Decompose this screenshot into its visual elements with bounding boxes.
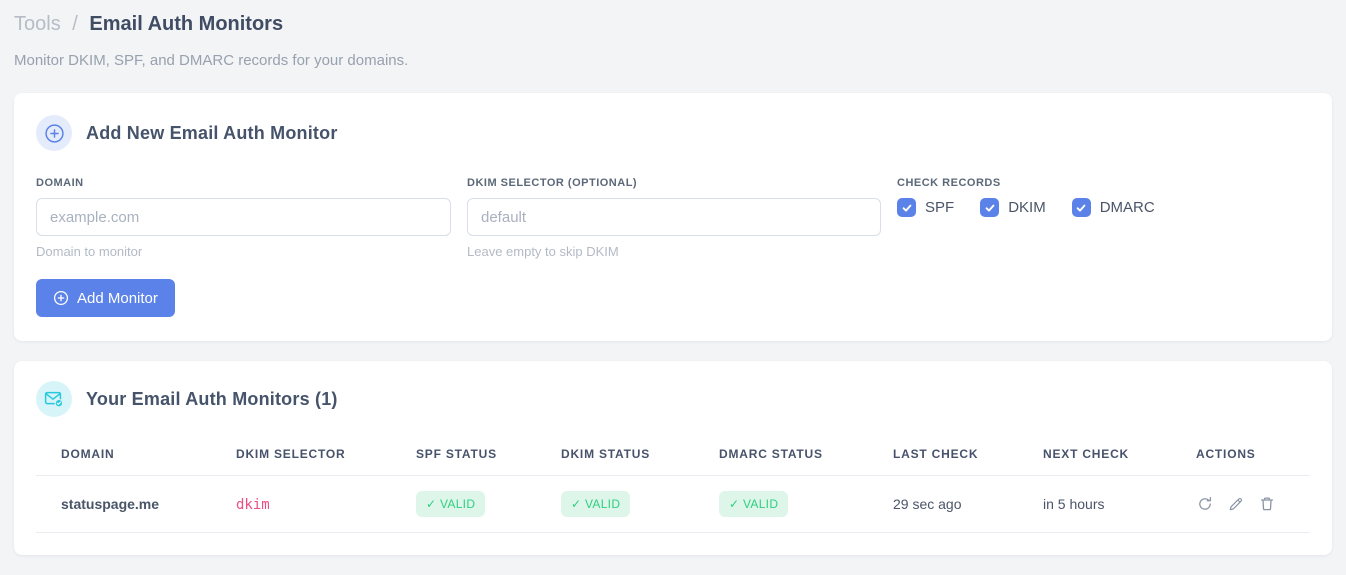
add-monitor-button-label: Add Monitor	[77, 289, 158, 307]
page-subtitle: Monitor DKIM, SPF, and DMARC records for…	[14, 52, 409, 69]
email-auth-monitors-page: Tools / Email Auth Monitors Monitor DKIM…	[0, 0, 1346, 575]
dkim-selector-helper-text: Leave empty to skip DKIM	[467, 244, 619, 259]
monitors-card-title: Your Email Auth Monitors (1)	[86, 388, 338, 409]
page-header: Tools / Email Auth Monitors Monitor DKIM…	[0, 0, 1346, 69]
domain-field-group: DOMAIN Domain to monitor	[36, 177, 451, 259]
monitors-table: DOMAIN DKIM SELECTOR SPF STATUS DKIM STA…	[36, 441, 1310, 533]
check-records-group: CHECK RECORDS SPF DKIM DMARC	[897, 177, 1310, 217]
add-monitor-card: Add New Email Auth Monitor DOMAIN Domain…	[14, 93, 1332, 341]
plus-circle-icon	[53, 290, 69, 306]
plus-circle-icon	[36, 115, 72, 151]
dkim-selector-input[interactable]	[467, 198, 881, 236]
page-title: Email Auth Monitors	[89, 13, 284, 35]
dkim-selector-label: DKIM SELECTOR (OPTIONAL)	[467, 177, 638, 189]
edit-pencil-icon[interactable]	[1227, 495, 1245, 513]
col-header-dmarc-status: DMARC STATUS	[719, 441, 893, 476]
checkbox-checked-icon	[897, 198, 916, 217]
table-header-row: DOMAIN DKIM SELECTOR SPF STATUS DKIM STA…	[36, 441, 1310, 476]
add-monitor-card-header: Add New Email Auth Monitor	[36, 115, 1310, 151]
col-header-domain: DOMAIN	[36, 441, 236, 476]
add-monitor-form: DOMAIN Domain to monitor DKIM SELECTOR (…	[36, 177, 1310, 259]
domain-helper-text: Domain to monitor	[36, 244, 143, 259]
dkim-status-badge: ✓ VALID	[561, 491, 631, 517]
breadcrumb: Tools / Email Auth Monitors	[14, 12, 1330, 36]
dmarc-checkbox[interactable]: DMARC	[1071, 198, 1155, 217]
check-records-options: SPF DKIM DMARC	[897, 198, 1310, 217]
breadcrumb-separator: /	[72, 13, 78, 35]
table-row: statuspage.me dkim ✓ VALID ✓ VALID ✓ VAL…	[36, 475, 1310, 533]
domain-input[interactable]	[36, 198, 451, 236]
dkim-checkbox-label: DKIM	[1008, 199, 1046, 216]
monitor-next-check: in 5 hours	[1043, 475, 1196, 533]
spf-checkbox-label: SPF	[925, 199, 955, 216]
dkim-selector-field-group: DKIM SELECTOR (OPTIONAL) Leave empty to …	[467, 177, 881, 259]
col-header-dkim-selector: DKIM SELECTOR	[236, 441, 416, 476]
envelope-check-icon	[36, 381, 72, 417]
col-header-dkim-status: DKIM STATUS	[561, 441, 719, 476]
trash-icon[interactable]	[1258, 495, 1276, 513]
spf-status-badge: ✓ VALID	[416, 491, 486, 517]
col-header-next-check: NEXT CHECK	[1043, 441, 1196, 476]
breadcrumb-tools-link[interactable]: Tools	[14, 13, 61, 35]
monitor-dkim-selector: dkim	[236, 496, 270, 513]
checkbox-checked-icon	[1071, 198, 1091, 217]
monitors-card-header: Your Email Auth Monitors (1)	[36, 381, 1310, 417]
col-header-last-check: LAST CHECK	[893, 441, 1043, 476]
monitors-card: Your Email Auth Monitors (1) DOMAIN DKIM…	[14, 361, 1332, 555]
dmarc-status-badge: ✓ VALID	[719, 491, 789, 517]
dkim-checkbox[interactable]: DKIM	[980, 198, 1046, 217]
monitor-domain: statuspage.me	[36, 475, 236, 533]
dmarc-checkbox-label: DMARC	[1099, 199, 1155, 216]
checkbox-checked-icon	[980, 198, 1000, 217]
col-header-spf-status: SPF STATUS	[416, 441, 561, 476]
add-monitor-button[interactable]: Add Monitor	[36, 279, 175, 317]
monitor-last-check: 29 sec ago	[893, 475, 1043, 533]
spf-checkbox[interactable]: SPF	[897, 198, 954, 217]
add-monitor-card-title: Add New Email Auth Monitor	[86, 122, 338, 143]
col-header-actions: ACTIONS	[1196, 441, 1310, 476]
refresh-icon[interactable]	[1196, 495, 1214, 513]
row-actions	[1196, 495, 1304, 513]
domain-label: DOMAIN	[36, 177, 84, 189]
check-records-label: CHECK RECORDS	[897, 177, 1001, 189]
